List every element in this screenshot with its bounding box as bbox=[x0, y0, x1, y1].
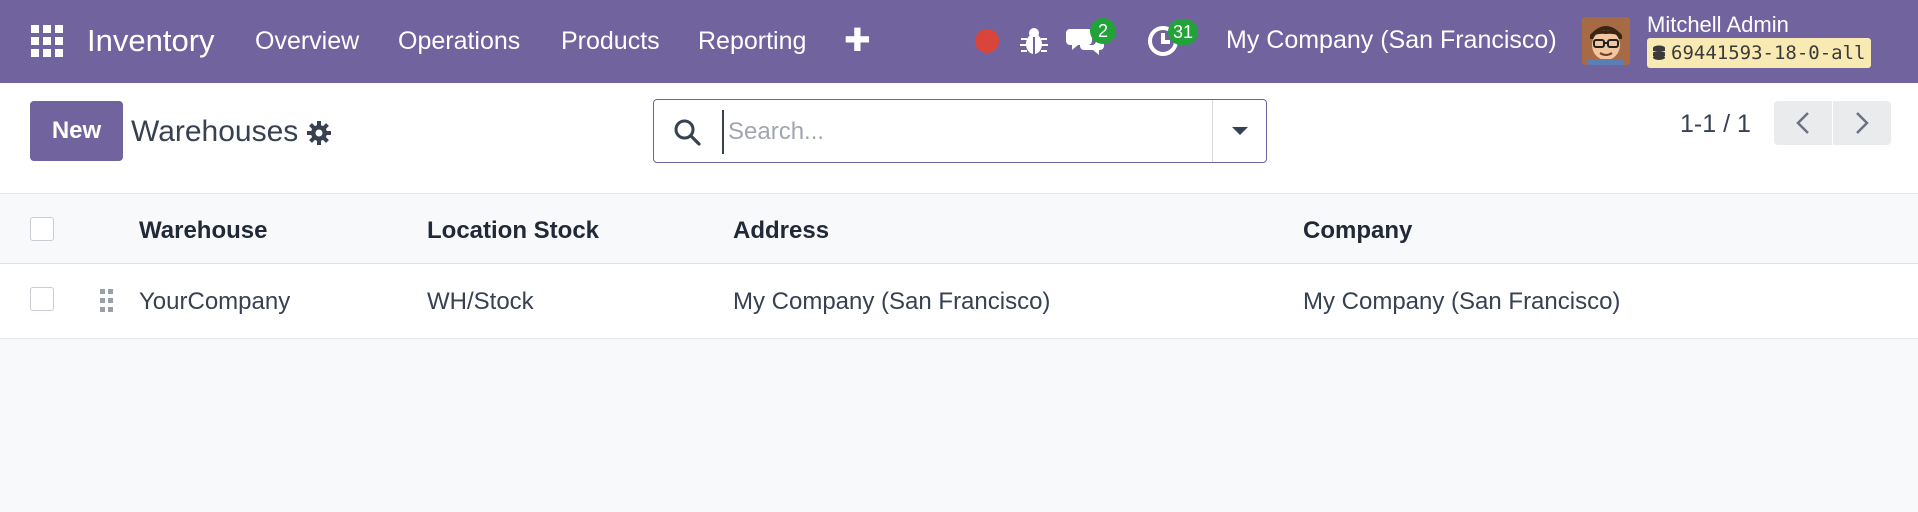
table-row[interactable]: YourCompany WH/Stock My Company (San Fra… bbox=[0, 264, 1918, 339]
search-bar bbox=[653, 99, 1267, 163]
plus-icon[interactable]: ✚ bbox=[844, 24, 871, 56]
search-options-toggle[interactable] bbox=[1213, 100, 1267, 162]
column-header-location-stock[interactable]: Location Stock bbox=[427, 217, 599, 245]
list-header: Warehouse Location Stock Address Company bbox=[0, 193, 1918, 264]
database-icon bbox=[1653, 45, 1665, 60]
column-header-warehouse[interactable]: Warehouse bbox=[139, 217, 267, 245]
apps-grid-icon[interactable] bbox=[31, 25, 63, 57]
menu-operations[interactable]: Operations bbox=[398, 27, 520, 56]
record-indicator-icon[interactable] bbox=[975, 29, 999, 53]
pager-value[interactable]: 1-1 / 1 bbox=[1680, 110, 1751, 139]
cell-location-stock: WH/Stock bbox=[427, 288, 534, 315]
row-checkbox[interactable] bbox=[30, 287, 54, 311]
cell-warehouse: YourCompany bbox=[139, 288, 291, 315]
drag-handle-icon[interactable] bbox=[99, 288, 115, 314]
search-input[interactable] bbox=[722, 110, 1250, 154]
database-badge: 69441593-18-0-all bbox=[1647, 38, 1872, 68]
column-header-company[interactable]: Company bbox=[1303, 217, 1412, 245]
page-title[interactable]: Warehouses bbox=[131, 115, 298, 149]
cell-address: My Company (San Francisco) bbox=[733, 288, 1051, 315]
company-switcher[interactable]: My Company (San Francisco) bbox=[1226, 26, 1557, 55]
gear-icon[interactable] bbox=[307, 121, 331, 145]
select-all-checkbox[interactable] bbox=[30, 217, 54, 241]
user-name[interactable]: Mitchell Admin bbox=[1647, 12, 1789, 38]
pager-previous-button[interactable] bbox=[1774, 101, 1832, 145]
search-icon[interactable] bbox=[673, 118, 701, 146]
column-header-address[interactable]: Address bbox=[733, 217, 829, 245]
chevron-left-icon bbox=[1796, 112, 1809, 134]
pager-next-button[interactable] bbox=[1833, 101, 1891, 145]
chevron-right-icon bbox=[1856, 112, 1869, 134]
menu-overview[interactable]: Overview bbox=[255, 27, 359, 56]
messages-count-badge: 2 bbox=[1090, 18, 1116, 44]
cell-company: My Company (San Francisco) bbox=[1303, 288, 1621, 315]
top-navbar: Inventory Overview Operations Products R… bbox=[0, 0, 1918, 83]
caret-down-icon bbox=[1232, 127, 1248, 135]
menu-products[interactable]: Products bbox=[561, 27, 660, 56]
debug-bug-icon[interactable] bbox=[1020, 25, 1048, 57]
app-name[interactable]: Inventory bbox=[87, 23, 215, 59]
activities-count-badge: 31 bbox=[1168, 19, 1199, 45]
menu-reporting[interactable]: Reporting bbox=[698, 27, 806, 56]
new-button[interactable]: New bbox=[30, 101, 123, 161]
control-panel: New Warehouses 1-1 / 1 bbox=[0, 83, 1918, 193]
list-empty-area bbox=[0, 339, 1918, 512]
user-avatar[interactable] bbox=[1582, 17, 1630, 65]
database-name: 69441593-18-0-all bbox=[1671, 42, 1866, 64]
user-avatar-image bbox=[1582, 17, 1630, 65]
